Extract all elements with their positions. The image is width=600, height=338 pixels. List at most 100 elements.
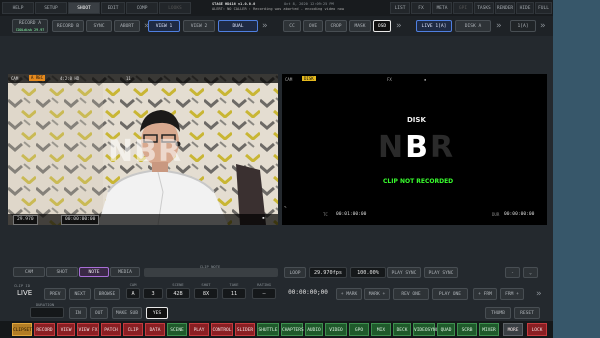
status-alert: ALERT: NO CALLER : Recording was aborted… (212, 7, 344, 11)
dual-button[interactable]: DUAL (218, 20, 258, 32)
bottom-tab-view[interactable]: VIEW (57, 323, 75, 336)
sync-button[interactable]: SYNC (86, 20, 112, 32)
next-button[interactable]: NEXT (69, 288, 91, 300)
bottom-tab-lock[interactable]: LOCK (527, 323, 547, 336)
scene-2-field[interactable]: 42B (166, 288, 190, 299)
bottom-tab-clip[interactable]: CLIP (123, 323, 143, 336)
bottom-tab-scrb[interactable]: SCRB (457, 323, 477, 336)
thumb-button[interactable]: THUMB (485, 307, 511, 319)
bottom-tab-more[interactable]: MORE (503, 323, 523, 336)
loop-button[interactable]: LOOP (284, 267, 306, 278)
right-viewer[interactable]: CAM DISK FX ▪ DISK NBR CLIP NOT RECORDED… (282, 74, 547, 225)
mark-in-button[interactable]: + MARK (336, 288, 362, 300)
ove-button[interactable]: OVE (303, 20, 323, 32)
bottom-tab-mix-out[interactable]: MIX OUT (371, 323, 391, 336)
record-a-button[interactable]: RECORD A COOLdisk 29.97 (12, 19, 48, 33)
view-2-button[interactable]: VIEW 2 (183, 20, 215, 32)
out-button[interactable]: OUT (90, 307, 108, 319)
bottom-tab-control[interactable]: CONTROL (211, 323, 233, 336)
play-sync-button-1[interactable]: PLAY SYNC (387, 267, 421, 278)
mask-button[interactable]: MASK (349, 20, 371, 32)
frame-back-button[interactable]: + FRM (473, 288, 497, 300)
clip-note-field[interactable] (144, 268, 278, 277)
tab-meta[interactable]: META (432, 2, 452, 14)
bottom-tab-audio[interactable]: AUDIO (305, 323, 323, 336)
cam-field[interactable]: A (126, 288, 140, 299)
bottom-tab-gpo-out[interactable]: GPO OUT (349, 323, 369, 336)
right-timecode-2: 00:00:00:00 (504, 212, 535, 217)
bottom-tab-record[interactable]: RECORD (34, 323, 55, 336)
chevron-right-icon[interactable]: » (536, 289, 541, 299)
take-field[interactable]: 11 (222, 288, 246, 299)
rating-field[interactable]: – (252, 288, 276, 299)
shot-button[interactable]: SHOT (46, 267, 78, 277)
chevron-right-icon[interactable]: » (540, 21, 545, 31)
tab-render[interactable]: RENDER (495, 2, 515, 14)
playrate-field[interactable]: 100.00% (350, 267, 386, 278)
tab-looks[interactable]: LOOKS (159, 2, 191, 14)
bottom-tab-mixer[interactable]: MIXER (479, 323, 499, 336)
chevron-right-icon[interactable]: » (496, 21, 501, 31)
status-block: STAGE HD416 v1.0.0.0 Oct 8, 2020 12:09:2… (192, 1, 388, 15)
bottom-tab-view-fx[interactable]: VIEW FX (77, 323, 99, 336)
record-b-button[interactable]: RECORD B (52, 20, 84, 32)
view-1-button[interactable]: VIEW 1 (148, 20, 180, 32)
media-button[interactable]: MEDIA (110, 267, 140, 277)
bottom-tab-video-out[interactable]: VIDEO OUT (325, 323, 347, 336)
tab-edit[interactable]: EDIT (101, 2, 125, 14)
bottom-tab-videosync[interactable]: VIDEOSYNC (413, 323, 438, 336)
disk-a-button[interactable]: DISK A (455, 20, 491, 32)
frame-forward-button[interactable]: FRM + (500, 288, 524, 300)
chevron-right-icon[interactable]: » (396, 21, 401, 31)
bottom-tab-clipset[interactable]: CLIPSET (12, 323, 32, 336)
bottom-tab-slider[interactable]: SLIDER (235, 323, 255, 336)
bottom-tab-play[interactable]: PLAY (189, 323, 209, 336)
bottom-tab-quad[interactable]: QUAD (437, 323, 455, 336)
mark-out-button[interactable]: MARK + (364, 288, 390, 300)
tab-help[interactable]: HELP (2, 2, 34, 14)
scene-field[interactable]: 3 (143, 288, 163, 299)
fps-field[interactable]: 29.970fps (309, 267, 347, 278)
tab-list[interactable]: LIST (390, 2, 410, 14)
bottom-tab-scene[interactable]: SCENE (167, 323, 187, 336)
tab-shoot[interactable]: SHOOT (68, 2, 100, 14)
tab-hide[interactable]: HIDE (516, 2, 534, 14)
yes-button[interactable]: YES (146, 307, 168, 319)
rev-one-button[interactable]: REV ONE (393, 288, 429, 300)
browse-button[interactable]: BROWSE (94, 288, 120, 300)
bottom-tab-deck[interactable]: DECK (393, 323, 411, 336)
make-sub-button[interactable]: MAKE SUB (112, 307, 142, 319)
reset-button[interactable]: RESET (514, 307, 540, 319)
bottom-tab-data[interactable]: DATA (145, 323, 165, 336)
bottom-tab-shuttle[interactable]: SHUTTLE (257, 323, 279, 336)
osd-button[interactable]: OSD (373, 20, 391, 32)
abort-button[interactable]: ABORT (114, 20, 140, 32)
minus-button[interactable]: - (505, 267, 520, 278)
in-button[interactable]: IN (69, 307, 87, 319)
tab-full[interactable]: FULL (535, 2, 552, 14)
play-sync-button-2[interactable]: PLAY SYNC (424, 267, 458, 278)
rec-badge: A REC (29, 75, 46, 81)
bottom-tab-chapters[interactable]: CHAPTERS (281, 323, 304, 336)
chevron-down-icon[interactable]: ⌄ (523, 267, 538, 278)
duration-field[interactable] (30, 307, 64, 318)
bottom-tab-patch[interactable]: PATCH (101, 323, 121, 336)
play-one-button[interactable]: PLAY ONE (432, 288, 468, 300)
tab-fx[interactable]: FX (411, 2, 431, 14)
crop-button[interactable]: CROP (325, 20, 347, 32)
status-version: STAGE HD416 v1.0.0.0 (212, 2, 256, 6)
tab-tasks[interactable]: TASKS (474, 2, 494, 14)
tab-setup[interactable]: SETUP (35, 2, 67, 14)
shot-field[interactable]: 8X (194, 288, 218, 299)
note-button[interactable]: NOTE (79, 267, 109, 277)
cc-button[interactable]: CC (283, 20, 301, 32)
prev-button[interactable]: PREV (44, 288, 66, 300)
left-more-icon[interactable]: ▪ (262, 216, 265, 221)
camera-select[interactable]: 1[A] (510, 20, 536, 32)
chevron-right-icon[interactable]: » (262, 21, 267, 31)
left-viewer[interactable]: CAM A REC 4:2:0 HD 11 NBR 29.970 00:00:0… (8, 74, 278, 225)
tab-comp[interactable]: COMP (126, 2, 158, 14)
live-button[interactable]: LIVE 1[A] (416, 20, 452, 32)
tab-gpi[interactable]: GPI (453, 2, 473, 14)
cam-button[interactable]: CAM (13, 267, 45, 277)
